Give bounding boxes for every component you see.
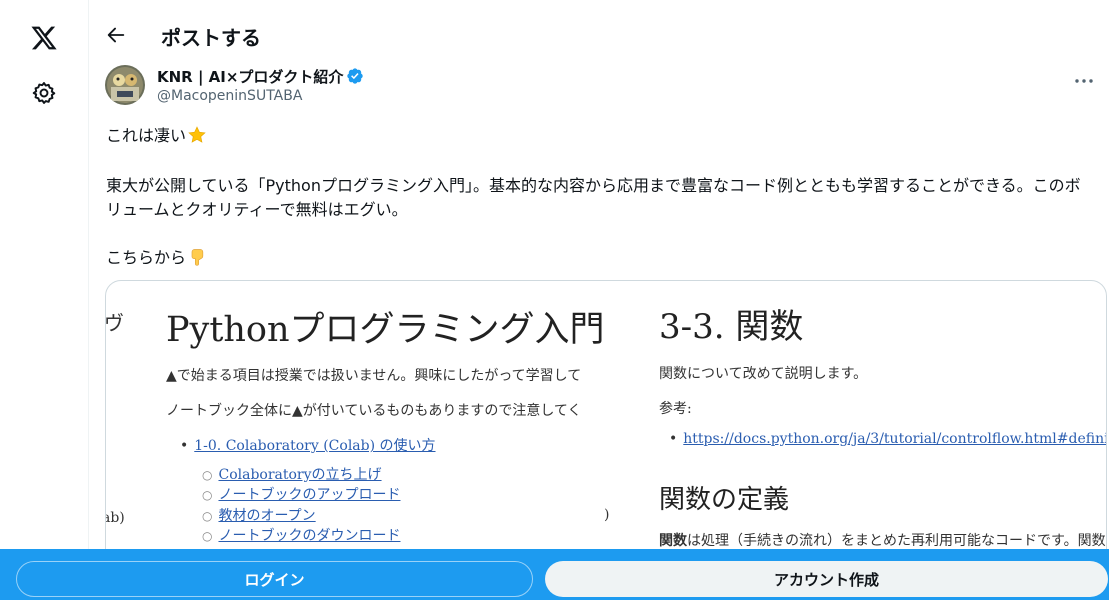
page-fragment: ) (604, 507, 610, 523)
page-title: ポストする (161, 26, 261, 50)
page-fragment: ab) (106, 510, 125, 526)
author-name-text: KNR | AI×プロダクト紹介 (157, 68, 344, 86)
left-nav (0, 0, 89, 600)
doc-paragraph: ノートブック全体に▲が付いているものもありますので注意してく (166, 403, 582, 419)
author-name[interactable]: KNR | AI×プロダクト紹介 (157, 66, 364, 87)
avatar[interactable] (105, 65, 145, 105)
back-arrow-icon[interactable] (105, 24, 127, 46)
login-button[interactable]: ログイン (16, 561, 533, 597)
toc-sublink: ノートブックのダウンロード (218, 528, 401, 544)
doc-title: Pythonプログラミング入門 (166, 310, 605, 350)
doc-paragraph: 関数は処理（手続きの流れ）をまとめた再利用可能なコードです。関数 (659, 530, 1106, 550)
gear-icon[interactable] (31, 80, 57, 106)
media-right-page: 3-3. 関数 関数について改めて説明します。 参考: • https://doc… (659, 281, 1106, 579)
doc-link: https://docs.python.org/ja/3/tutorial/co… (683, 431, 1106, 447)
toc-subitem: ○ ノートブックのアップロード (202, 487, 401, 503)
x-logo-icon[interactable] (29, 24, 59, 52)
doc-heading: 3-3. 関数 (659, 307, 804, 347)
tweet-body: 東大が公開している「Pythonプログラミング入門」。基本的な内容から応用まで豊… (106, 176, 1081, 219)
doc-paragraph-text: は処理（手続きの流れ）をまとめた再利用可能なコードです。関数 (687, 533, 1106, 549)
star-emoji-icon (187, 125, 207, 145)
toc-subitem: ○ 教材のオープン (202, 508, 316, 524)
tweet-line: これは凄い (106, 124, 1096, 148)
doc-ref-label: 参考: (659, 401, 692, 417)
toc-sublink: ノートブックのアップロード (218, 487, 401, 503)
page-fragment: ヴ (106, 311, 124, 335)
tweet-author: KNR | AI×プロダクト紹介 @MacopeninSUTABA (105, 64, 1095, 108)
toc-item: • 1-0. Colaboratory (Colab) の使い方 (180, 438, 436, 454)
doc-paragraph: 関数について改めて説明します。 (659, 366, 868, 382)
doc-subheading: 関数の定義 (659, 485, 790, 515)
author-handle[interactable]: @MacopeninSUTABA (157, 88, 302, 104)
doc-list-item: • https://docs.python.org/ja/3/tutorial/c… (669, 431, 1106, 447)
toc-link: 1-0. Colaboratory (Colab) の使い方 (194, 438, 436, 454)
doc-paragraph: ▲で始まる項目は授業では扱いません。興味にしたがって学習して (166, 368, 582, 384)
signin-bar: ログイン アカウント作成 (0, 549, 1109, 600)
tweet-text: これは凄い 東大が公開している「Pythonプログラミング入門」。基本的な内容か… (106, 124, 1096, 270)
tweet-line-text: これは凄い (106, 126, 187, 145)
doc-bold-term: 関数 (659, 533, 687, 549)
signup-button[interactable]: アカウント作成 (545, 561, 1108, 597)
tweet-line-text: こちらから (106, 248, 187, 267)
more-options-icon[interactable] (1073, 70, 1095, 92)
toc-subitem: ○ Colaboratoryの立ち上げ (202, 467, 382, 483)
tweet-media-image[interactable]: ヴ Pythonプログラミング入門 ▲で始まる項目は授業では扱いません。興味にし… (105, 280, 1107, 580)
verified-badge-icon (346, 67, 364, 85)
tweet-line: こちらから (106, 246, 1096, 270)
page-header: ポストする (89, 0, 1109, 64)
toc-sublink: Colaboratoryの立ち上げ (218, 467, 382, 483)
toc-sublink: 教材のオープン (218, 508, 316, 524)
toc-subitem: ○ ノートブックのダウンロード (202, 528, 401, 544)
media-left-page: ヴ Pythonプログラミング入門 ▲で始まる項目は授業では扱いません。興味にし… (106, 281, 626, 579)
pointing-down-emoji-icon (187, 247, 207, 267)
